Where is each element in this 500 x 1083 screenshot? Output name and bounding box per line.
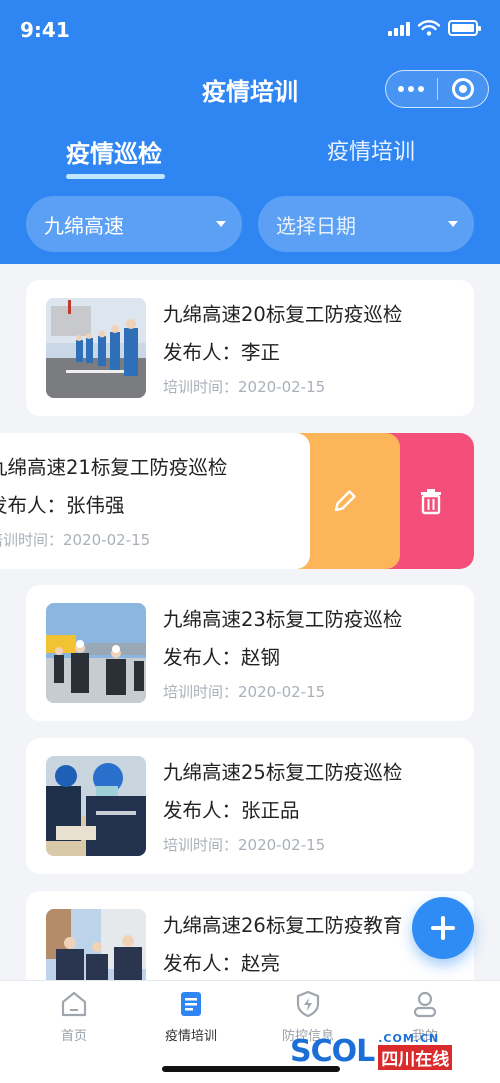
document-icon <box>181 992 201 1016</box>
record-title: 九绵高速23标复工防疫巡检 <box>163 608 403 631</box>
record-photo <box>46 756 146 856</box>
list-item[interactable]: 九绵高速25标复工防疫巡检 发布人：张正品 培训时间：2020-02-15 <box>26 738 474 874</box>
user-icon <box>413 991 437 1018</box>
record-publisher: 发布人：赵钢 <box>163 646 281 669</box>
add-button[interactable] <box>412 897 474 959</box>
trash-icon <box>421 489 441 515</box>
signal-icon <box>388 20 410 36</box>
home-icon <box>61 991 87 1017</box>
battery-icon <box>448 20 481 36</box>
list-item[interactable]: 九绵高速20标复工防疫巡检 发布人：李正 培训时间：2020-02-15 <box>26 280 474 416</box>
home-indicator <box>162 1066 340 1072</box>
list-item[interactable]: 九绵高速23标复工防疫巡检 发布人：赵钢 培训时间：2020-02-15 <box>26 585 474 721</box>
status-time: 9:41 <box>20 18 70 42</box>
caret-down-icon <box>448 221 458 227</box>
road-select-value: 九绵高速 <box>44 213 124 238</box>
tab-training[interactable]: 疫情培训 <box>327 134 415 166</box>
record-publisher: 发布人：赵亮 <box>163 952 281 975</box>
record-date: 培训时间：2020-02-15 <box>163 683 326 701</box>
tabbar-label: 疫情培训 <box>164 1029 217 1044</box>
caret-down-icon <box>216 221 226 227</box>
record-photo <box>46 298 146 398</box>
wifi-icon <box>418 20 440 36</box>
record-date: 培训时间：2020-02-15 <box>0 531 151 549</box>
mini-program-capsule <box>385 70 489 108</box>
road-select[interactable]: 九绵高速 <box>26 196 242 252</box>
plus-icon <box>431 916 455 940</box>
record-date: 培训时间：2020-02-15 <box>163 378 326 396</box>
record-publisher: 发布人：李正 <box>163 341 281 364</box>
record-photo <box>46 603 146 703</box>
list-item-swiped[interactable]: 九绵高速21标复工防疫巡检 发布人：张伟强 培训时间：2020-02-15 <box>0 433 474 569</box>
tabbar-item-home[interactable]: 首页 <box>24 989 124 1044</box>
watermark-brand: SCOL <box>290 1033 375 1069</box>
tab-inspection[interactable]: 疫情巡检 <box>66 134 162 169</box>
watermark-domain: .COM.CN <box>378 1032 440 1045</box>
record-title: 九绵高速25标复工防疫巡检 <box>163 761 403 784</box>
watermark-name: 四川在线 <box>378 1045 453 1070</box>
date-select[interactable]: 选择日期 <box>258 196 474 252</box>
tabbar-item-training[interactable]: 疫情培训 <box>141 989 241 1044</box>
header: 9:41 疫情培训 疫情巡检 疫情培训 九绵高速 选择日期 <box>0 0 500 264</box>
scol-watermark-logo: SCOL .COM.CN 四川在线 <box>290 1031 453 1071</box>
shield-bolt-icon <box>296 990 320 1018</box>
date-select-placeholder: 选择日期 <box>276 213 356 238</box>
record-date: 培训时间：2020-02-15 <box>163 836 326 854</box>
more-icon[interactable] <box>386 71 437 107</box>
pencil-icon <box>334 490 356 512</box>
status-icons <box>388 20 481 36</box>
record-title: 九绵高速26标复工防疫教育 <box>163 914 403 937</box>
list-item-content[interactable]: 九绵高速21标复工防疫巡检 发布人：张伟强 培训时间：2020-02-15 <box>0 433 310 569</box>
status-bar: 9:41 <box>0 0 500 60</box>
record-publisher: 发布人：张正品 <box>163 799 300 822</box>
record-publisher: 发布人：张伟强 <box>0 494 125 517</box>
record-title: 九绵高速20标复工防疫巡检 <box>163 303 403 326</box>
record-title: 九绵高速21标复工防疫巡检 <box>0 456 228 479</box>
tab-active-indicator <box>66 174 165 179</box>
tabbar-label: 首页 <box>60 1029 87 1044</box>
close-mini-program-icon[interactable] <box>437 71 488 107</box>
